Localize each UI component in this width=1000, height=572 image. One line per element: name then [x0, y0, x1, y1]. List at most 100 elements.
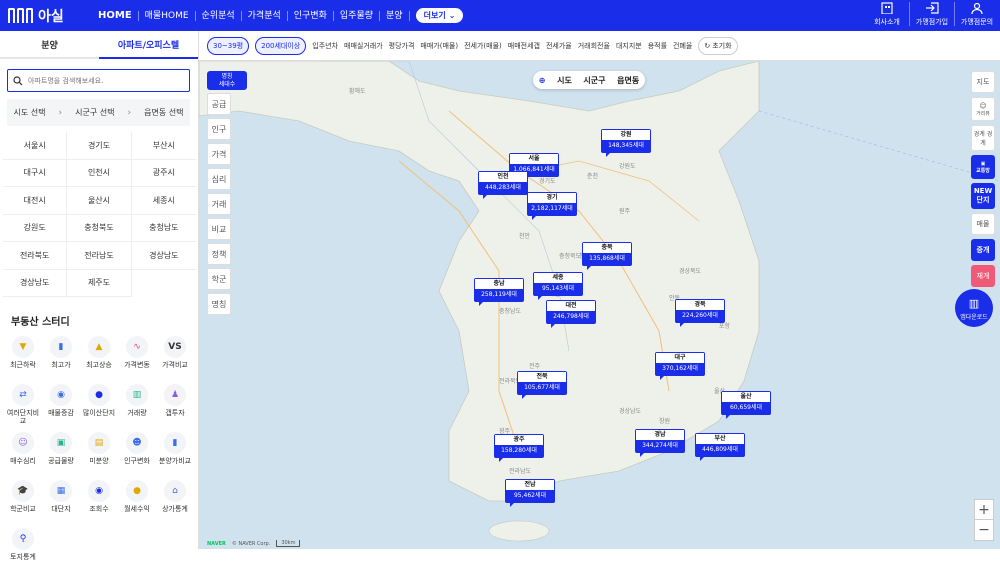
tab-presale[interactable]: 분양 [0, 31, 99, 57]
region-item[interactable]: 충청북도 [67, 214, 132, 242]
layer-price-button[interactable]: 가격 [207, 143, 231, 165]
layer-policy-button[interactable]: 정책 [207, 243, 231, 265]
study-item[interactable]: ● 많이산단지 [80, 384, 118, 428]
layer-compare-button[interactable]: 비교 [207, 218, 231, 240]
filter-households-chip[interactable]: 200세대이상 [255, 36, 307, 55]
region-item[interactable]: 충청남도 [131, 215, 196, 242]
nav-supply[interactable]: 입주물량 [334, 10, 381, 21]
redevelopment-button[interactable]: 재개 [971, 265, 995, 287]
region-item[interactable]: 경상남도 [3, 269, 68, 297]
study-item[interactable]: ▮ 최고가 [42, 336, 80, 380]
map-area[interactable]: 황해도 강원도 경기도 충청북도 충청남도 경상북도 전라북도 경상남도 전라남… [199, 31, 1000, 549]
layer-school-button[interactable]: 학군 [207, 268, 231, 290]
study-item[interactable]: ∿ 가격변동 [118, 336, 156, 380]
study-item[interactable]: ⇄ 여러단지비교 [4, 384, 42, 428]
filter-chip[interactable]: 입주년차 [312, 41, 338, 51]
region-marker[interactable]: 경기 2,182,117세대 [527, 192, 577, 220]
search-input[interactable] [28, 76, 178, 85]
region-item[interactable]: 전라남도 [67, 242, 132, 270]
zoom-out-button[interactable]: − [975, 520, 993, 540]
layer-supply-button[interactable]: 공급 [207, 93, 231, 115]
logo[interactable]: 아실 [8, 6, 80, 26]
study-item[interactable]: ▣ 공급물량 [42, 432, 80, 476]
app-download-button[interactable]: ▥ 앱다운로드 [955, 289, 993, 327]
region-marker[interactable]: 전남 95,462세대 [505, 479, 555, 507]
filter-chip[interactable]: 거래회전율 [578, 41, 610, 51]
sido-select[interactable]: 시도 선택 [14, 107, 46, 118]
region-item[interactable]: 전라북도 [3, 242, 68, 270]
nav-home[interactable]: HOME [92, 10, 139, 21]
level-sido[interactable]: 시도 [557, 75, 572, 86]
study-item[interactable]: ▥ 거래량 [118, 384, 156, 428]
nav-population[interactable]: 인구변화 [288, 10, 334, 21]
region-marker[interactable]: 대전 246,798세대 [546, 300, 596, 328]
study-item[interactable]: 🎓 학군비교 [4, 480, 42, 524]
study-item[interactable]: ♟ 갭투자 [156, 384, 194, 428]
street-view-button[interactable]: ☺ 거리뷰 [971, 97, 995, 121]
more-button[interactable]: 더보기 ⌄ [415, 8, 464, 23]
zoom-in-button[interactable]: + [975, 500, 993, 520]
inquiry-button[interactable]: 가맹점문의 [958, 2, 996, 27]
study-item[interactable]: ▼ 최근하락 [4, 336, 42, 380]
boundary-button[interactable]: 경계 경계 [971, 125, 995, 151]
filter-chip[interactable]: 매매전세갭 [508, 41, 540, 51]
region-marker[interactable]: 세종 95,143세대 [533, 272, 583, 300]
layer-name-button[interactable]: 명칭 [207, 293, 231, 315]
reset-button[interactable]: ↻ 초기화 [698, 36, 738, 55]
level-sigungu[interactable]: 시군구 [583, 75, 605, 86]
company-intro-button[interactable]: 회사소개 [868, 2, 906, 27]
nav-ranking[interactable]: 순위분석 [196, 10, 242, 21]
sigungu-select[interactable]: 시군구 선택 [75, 107, 114, 118]
region-marker[interactable]: 전북 105,677세대 [517, 371, 567, 399]
study-item[interactable]: VS 가격비교 [156, 336, 194, 380]
label-toggle[interactable]: 명칭 세대수 [207, 71, 247, 90]
filter-chip[interactable]: 건폐율 [673, 41, 692, 51]
study-item[interactable]: ▤ 미분양 [80, 432, 118, 476]
filter-chip[interactable]: 평당가격 [389, 41, 415, 51]
region-item[interactable]: 경상남도 [131, 242, 196, 270]
region-marker[interactable]: 부산 446,809세대 [695, 433, 745, 461]
join-button[interactable]: 가맹점가입 [913, 2, 951, 27]
region-marker[interactable]: 경남 344,274세대 [635, 429, 685, 457]
level-eupmyeondong[interactable]: 읍면동 [617, 75, 639, 86]
region-marker[interactable]: 인천 448,283세대 [478, 171, 528, 199]
study-item[interactable]: ☺ 매수심리 [4, 432, 42, 476]
filter-chip[interactable]: 대지지분 [616, 41, 642, 51]
study-item[interactable]: ▮ 분양가비교 [156, 432, 194, 476]
nav-listings-home[interactable]: 매물HOME [139, 10, 196, 21]
region-marker[interactable]: 울산 60,659세대 [721, 391, 771, 419]
layer-trade-button[interactable]: 거래 [207, 193, 231, 215]
nav-presale[interactable]: 분양 [380, 10, 410, 21]
region-item[interactable]: 경기도 [67, 132, 132, 160]
region-item[interactable]: 인천시 [67, 159, 132, 187]
region-item[interactable]: 세종시 [131, 187, 196, 215]
layer-sentiment-button[interactable]: 심리 [207, 168, 231, 190]
transit-button[interactable]: ▣ 교통망 [971, 155, 995, 179]
region-item[interactable]: 대전시 [3, 187, 68, 215]
filter-chip[interactable]: 용적률 [648, 41, 667, 51]
region-marker[interactable]: 대구 370,162세대 [655, 352, 705, 380]
study-item[interactable]: ◉ 매물증감 [42, 384, 80, 428]
region-item[interactable]: 울산시 [67, 187, 132, 215]
region-item[interactable]: 제주도 [67, 269, 132, 297]
study-item[interactable]: ⚲ 토지통계 [4, 528, 42, 572]
region-marker[interactable]: 충북 135,868세대 [582, 242, 632, 270]
nav-price-analysis[interactable]: 가격분석 [242, 10, 288, 21]
study-item[interactable]: ● 월세수익 [118, 480, 156, 524]
study-item[interactable]: ⌂ 상가통계 [156, 480, 194, 524]
study-item[interactable]: ◉ 조회수 [80, 480, 118, 524]
map-type-button[interactable]: 지도 [971, 71, 995, 93]
study-item[interactable]: ☻ 인구변화 [118, 432, 156, 476]
eupmyeondong-select[interactable]: 읍면동 선택 [144, 107, 183, 118]
region-item[interactable]: 서울시 [3, 132, 68, 160]
filter-chip[interactable]: 매매가(매물) [420, 41, 458, 51]
filter-size-chip[interactable]: 30~39평 [207, 36, 250, 55]
broker-button[interactable]: 증개 [971, 239, 995, 261]
region-item[interactable]: 강원도 [3, 214, 68, 242]
region-marker[interactable]: 강원 148,345세대 [601, 129, 651, 157]
filter-chip[interactable]: 전세가(매물) [464, 41, 502, 51]
region-marker[interactable]: 경북 224,260세대 [675, 299, 725, 327]
study-item[interactable]: ▲ 최고상승 [80, 336, 118, 380]
filter-chip[interactable]: 전세가율 [546, 41, 572, 51]
region-marker[interactable]: 충남 258,119세대 [474, 278, 524, 306]
